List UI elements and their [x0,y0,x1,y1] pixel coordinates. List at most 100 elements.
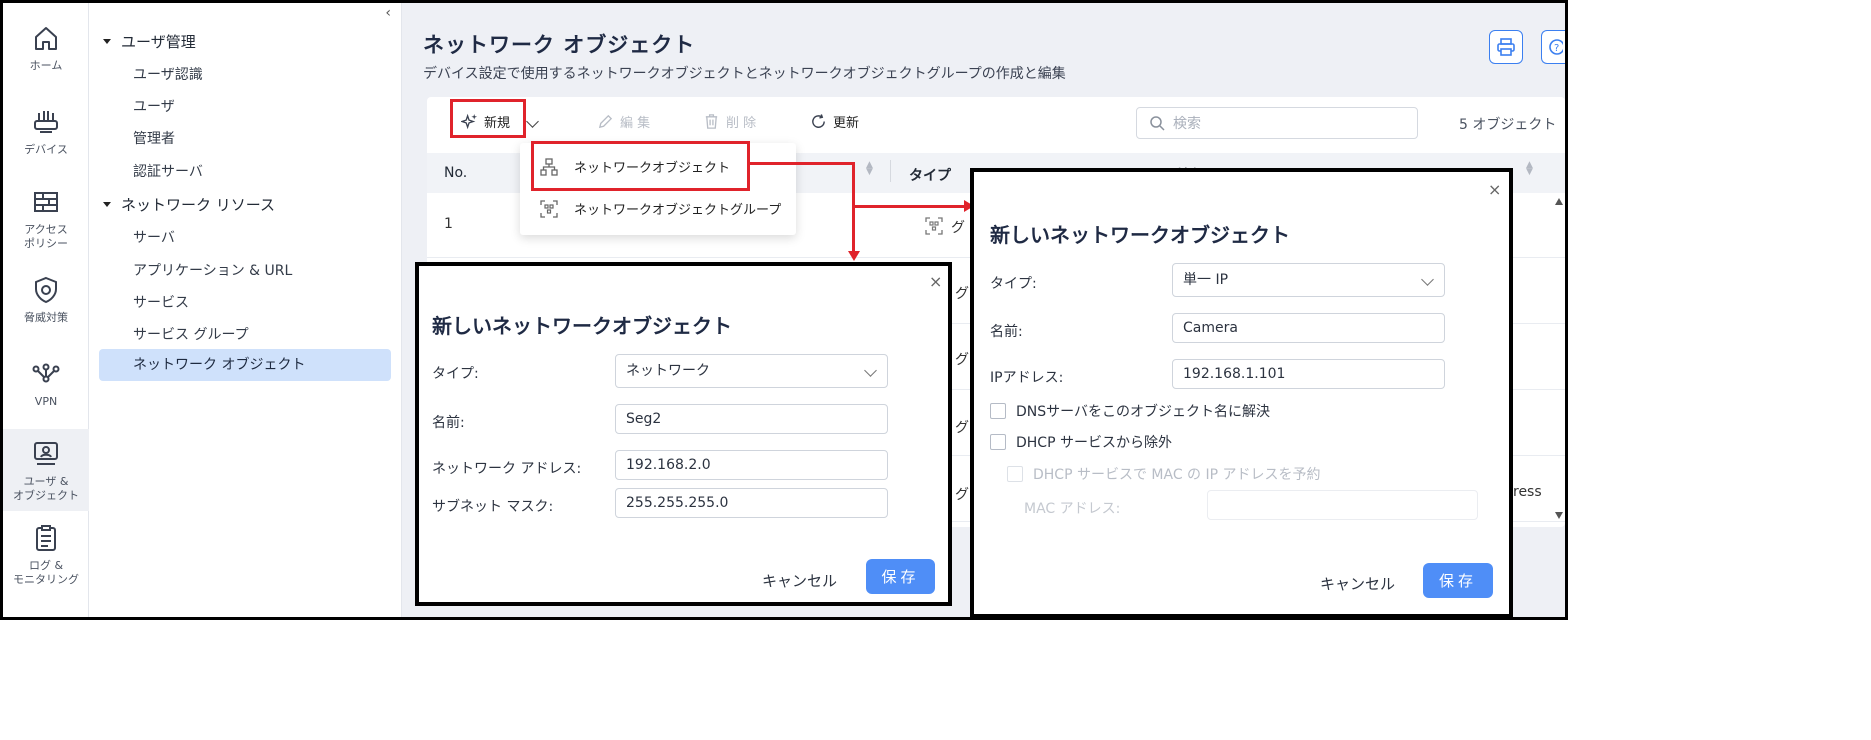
user-object-icon [34,442,58,465]
edit-button[interactable]: 編 集 [597,112,650,131]
rail-users-objects[interactable]: ユーザ & オブジェクト [3,429,89,511]
cancel-button[interactable]: キャンセル [762,570,837,591]
refresh-button-label: 更新 [833,116,860,131]
object-count: 5 オブジェクト [1459,117,1557,133]
tree-group-label: ユーザ管理 [121,33,196,51]
rail-threat-label: 脅威対策 [24,311,68,324]
printer-icon [1497,38,1515,56]
dhcp-reserve-checkbox[interactable]: DHCP サービスで MAC の IP アドレスを予約 [1007,464,1321,484]
th-type[interactable]: タイプ [909,165,951,185]
icon-rail: ホーム デバイス アクセス ポリシー 脅威対策 VPN ユーザ & オブジェクト… [3,3,89,617]
sidebar-item-service-groups[interactable]: サービス グループ [133,324,249,344]
type-select[interactable]: 単一 IP [1172,263,1445,297]
dns-resolve-checkbox[interactable]: DNSサーバをこのオブジェクト名に解決 [990,401,1270,421]
th-no[interactable]: No. [444,165,467,181]
search-placeholder: 検索 [1173,116,1201,132]
type-label: タイプ: [432,366,479,382]
page-subtitle: デバイス設定で使用するネットワークオブジェクトとネットワークオブジェクトグループ… [423,66,1066,82]
type-select-value: ネットワーク [626,363,710,379]
new-button[interactable]: 新規 [461,112,510,131]
mac-address-label: MAC アドレス: [1024,501,1121,517]
sidebar-item-servers[interactable]: サーバ [133,227,175,247]
checkbox-box [990,403,1006,419]
new-button-label: 新規 [484,116,511,131]
object-group-icon [540,199,558,218]
rail-logs-label-1: ログ & [28,559,64,572]
rail-threat[interactable]: 脅威対策 [3,275,89,325]
row-no: 1 [444,216,453,232]
row-type: グ [955,420,969,436]
type-select[interactable]: ネットワーク [615,354,888,388]
rail-logs[interactable]: ログ & モニタリング [3,523,89,587]
sidebar-item-users[interactable]: ユーザ [133,96,175,116]
row-type: グ [955,286,969,302]
rail-access-label-1: アクセス [24,223,68,236]
save-button[interactable]: 保存 [1423,563,1493,598]
rail-home[interactable]: ホーム [3,23,89,73]
rail-devices[interactable]: デバイス [3,107,89,157]
rail-access-policy[interactable]: アクセス ポリシー [3,187,89,251]
sort-icon[interactable]: ▲ ▼ [866,161,873,177]
dialog-title: 新しいネットワークオブジェクト [990,223,1290,247]
menu-item-network-object-group[interactable]: ネットワークオブジェクトグループ [540,199,781,218]
annotation-line [750,162,854,165]
sidebar-tree: ‹ ユーザ管理 ユーザ認識 ユーザ 管理者 認証サーバ ネットワーク リソース … [89,3,402,617]
clipboard-icon [36,525,56,551]
menu-item-label: ネットワークオブジェクト [574,161,731,176]
sidebar-item-applications-url[interactable]: アプリケーション & URL [133,260,292,280]
new-dropdown-menu: ネットワークオブジェクト ネットワークオブジェクトグループ [520,143,796,235]
row-type: グ [951,220,965,236]
firewall-icon [34,192,58,212]
caret-down-icon [103,39,111,44]
delete-button-label: 削 除 [726,116,757,131]
pencil-icon [598,114,613,129]
checkbox-box [990,434,1006,450]
dhcp-exclude-checkbox[interactable]: DHCP サービスから除外 [990,432,1172,452]
ip-address-label: IPアドレス: [990,370,1064,386]
scroll-up-icon[interactable] [1555,198,1563,205]
scroll-down-icon[interactable] [1555,512,1563,519]
svg-text:?: ? [1554,43,1559,54]
mac-address-input[interactable] [1207,490,1478,520]
ip-address-input[interactable]: 192.168.1.101 [1172,359,1445,389]
chevron-down-icon [864,364,877,377]
name-input[interactable]: Camera [1172,313,1445,343]
dialog-new-network-object-single-ip: × 新しいネットワークオブジェクト タイプ: 単一 IP 名前: Camera … [970,168,1513,618]
caret-down-icon [103,202,111,207]
delete-button[interactable]: 削 除 [703,112,756,131]
tree-group-user-management[interactable]: ユーザ管理 [103,31,196,52]
tree-group-network-resources[interactable]: ネットワーク リソース [103,194,275,215]
shield-icon [35,276,57,304]
sort-icon[interactable]: ▲ ▼ [1526,161,1533,177]
sidebar-item-services[interactable]: サービス [133,292,189,312]
cancel-button[interactable]: キャンセル [1320,573,1395,594]
print-button[interactable] [1489,30,1523,64]
checkbox-label: DHCP サービスで MAC の IP アドレスを予約 [1033,467,1321,483]
sidebar-item-network-objects[interactable]: ネットワーク オブジェクト [99,349,391,381]
menu-item-network-object[interactable]: ネットワークオブジェクト [540,157,730,176]
checkbox-box [1007,466,1023,482]
sidebar-item-user-identity[interactable]: ユーザ認識 [133,64,203,84]
menu-item-label: ネットワークオブジェクトグループ [574,203,782,218]
save-button[interactable]: 保存 [866,559,935,594]
rail-logs-label-2: モニタリング [13,573,79,586]
help-button[interactable]: ? [1541,30,1565,64]
help-icon: ? [1548,39,1563,55]
sidebar-item-auth-servers[interactable]: 認証サーバ [133,161,203,181]
search-input[interactable]: 検索 [1136,107,1418,139]
rail-vpn[interactable]: VPN [3,359,89,409]
collapse-sidebar-icon[interactable]: ‹ [385,5,391,21]
annotation-arrow-down [848,251,860,261]
sidebar-item-admins[interactable]: 管理者 [133,128,175,148]
close-icon[interactable]: × [929,272,942,291]
subnet-mask-label: サブネット マスク: [432,499,554,515]
network-icon [540,157,558,176]
name-label: 名前: [432,415,465,431]
refresh-button[interactable]: 更新 [810,112,859,131]
chevron-down-icon [1421,273,1434,286]
subnet-mask-input[interactable]: 255.255.255.0 [615,488,888,518]
close-icon[interactable]: × [1488,180,1501,199]
network-address-input[interactable]: 192.168.2.0 [615,450,888,480]
checkbox-label: DHCP サービスから除外 [1016,435,1172,451]
name-input[interactable]: Seg2 [615,404,888,434]
